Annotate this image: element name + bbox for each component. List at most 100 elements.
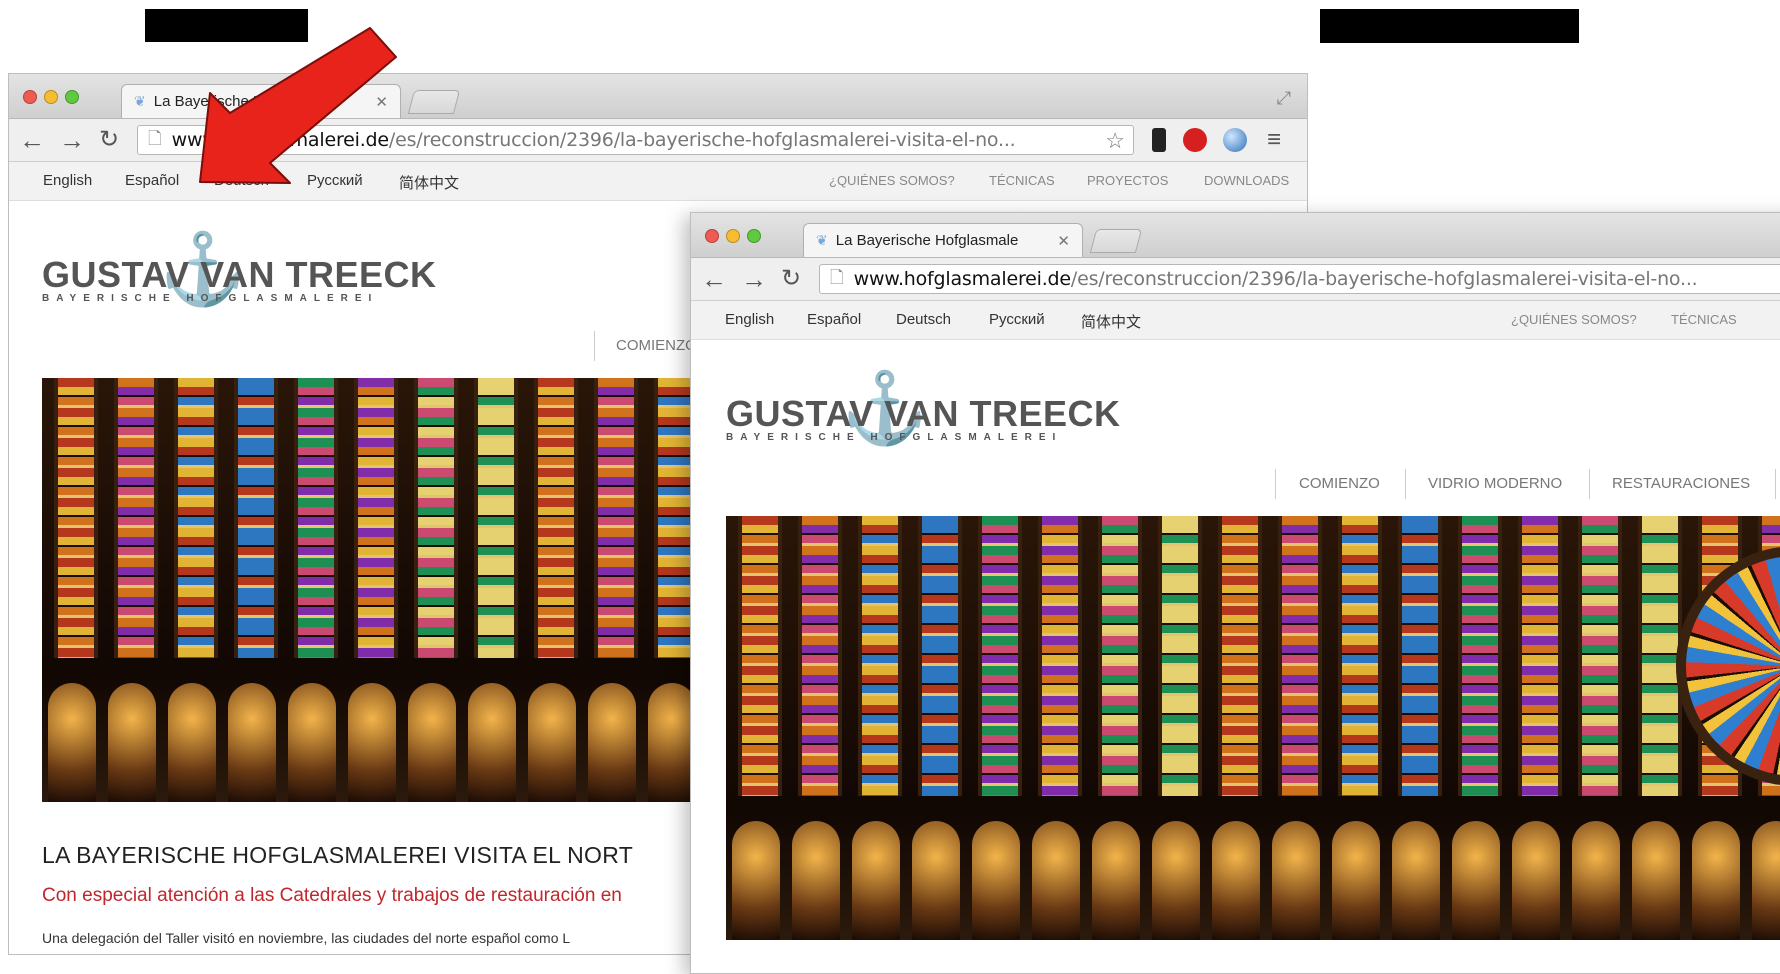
arch [408, 683, 456, 802]
nav-quienes-somos[interactable]: ¿QUIÉNES SOMOS? [1511, 312, 1637, 327]
stained-glass-window [978, 516, 1022, 796]
stained-glass-window [1338, 516, 1382, 796]
tab-strip: ❦ La Bayerische Hofglasmale ✕ ⤢ [9, 74, 1307, 119]
lang-russian[interactable]: Русский [989, 311, 1045, 328]
arch [1512, 821, 1560, 940]
arch [528, 683, 576, 802]
browser-tab[interactable]: ❦ La Bayerische Hofglasmale ✕ [121, 84, 401, 118]
zoom-window-button[interactable] [747, 229, 761, 243]
menu-separator [1589, 469, 1590, 499]
stained-glass-window [858, 516, 902, 796]
reload-icon[interactable]: ↻ [99, 125, 119, 155]
lang-espanol[interactable]: Español [807, 311, 861, 328]
logo-name: GUSTAV VAN TREECK [726, 393, 1121, 434]
extension-adblock-icon[interactable] [1183, 128, 1207, 152]
arch [912, 821, 960, 940]
arch [1332, 821, 1380, 940]
arch [228, 683, 276, 802]
arch [1632, 821, 1680, 940]
nav-quienes-somos[interactable]: ¿QUIÉNES SOMOS? [829, 173, 955, 188]
arch [1152, 821, 1200, 940]
menu-restauraciones[interactable]: RESTAURACIONES [1612, 475, 1750, 492]
favicon-icon: ❦ [816, 232, 828, 248]
menu-vidrio-moderno[interactable]: VIDRIO MODERNO [1428, 475, 1562, 492]
arch [288, 683, 336, 802]
site-logo[interactable]: GUSTAV VAN TREECK BAYERISCHE HOFGLASMALE… [42, 254, 437, 304]
extension-phone-icon[interactable] [1152, 128, 1166, 152]
new-tab-button[interactable] [407, 90, 461, 114]
arrow-right-icon[interactable]: → [59, 125, 85, 155]
menu-comienzo[interactable]: COMIENZO [616, 337, 697, 354]
logo-tagline: BAYERISCHE HOFGLASMALEREI [42, 293, 379, 304]
nav-tecnicas[interactable]: TÉCNICAS [1671, 312, 1737, 327]
arch [1092, 821, 1140, 940]
nav-proyectos[interactable]: PROYECTOS [1087, 173, 1168, 188]
fullscreen-icon[interactable]: ⤢ [1277, 88, 1291, 109]
browser-toolbar: ← → ↻ 🗋 www.hofglasmalerei.de/es/reconst… [691, 258, 1780, 301]
stained-glass-window [1458, 516, 1502, 796]
extension-globe-icon[interactable] [1223, 128, 1247, 152]
page-icon: 🗋 [830, 267, 844, 287]
stained-glass-window [798, 516, 842, 796]
new-tab-button[interactable] [1089, 229, 1143, 253]
arch [168, 683, 216, 802]
arch [852, 821, 900, 940]
arch [1272, 821, 1320, 940]
site-logo[interactable]: GUSTAV VAN TREECK BAYERISCHE HOFGLASMALE… [726, 393, 1121, 443]
lang-espanol[interactable]: Español [125, 172, 179, 189]
minimize-window-button[interactable] [44, 90, 58, 104]
stained-glass-window [174, 378, 218, 658]
arch [1032, 821, 1080, 940]
stained-glass-window [1218, 516, 1262, 796]
redaction-box-left [145, 9, 308, 42]
stained-glass-window [738, 516, 782, 796]
arrow-right-icon[interactable]: → [741, 264, 767, 294]
nav-downloads[interactable]: DOWNLOADS [1204, 173, 1289, 188]
menu-separator [1775, 469, 1776, 499]
reload-icon[interactable]: ↻ [781, 264, 801, 294]
arch [348, 683, 396, 802]
lang-deutsch[interactable]: Deutsch [214, 172, 269, 189]
lang-russian[interactable]: Русский [307, 172, 363, 189]
lang-chinese[interactable]: 简体中文 [399, 172, 459, 193]
tab-title: La Bayerische Hofglasmale [153, 93, 337, 110]
stained-glass-window [1578, 516, 1622, 796]
close-tab-icon[interactable]: ✕ [1057, 232, 1070, 250]
close-window-button[interactable] [23, 90, 37, 104]
arch [792, 821, 840, 940]
address-bar[interactable]: 🗋 www.hofglasmalerei.de/es/reconstruccio… [819, 264, 1780, 294]
lang-english[interactable]: English [43, 172, 92, 189]
arch [1752, 821, 1780, 940]
lang-deutsch[interactable]: Deutsch [896, 311, 951, 328]
page-icon: 🗋 [148, 128, 162, 148]
stained-glass-window [1398, 516, 1442, 796]
menu-comienzo[interactable]: COMIENZO [1299, 475, 1380, 492]
close-tab-icon[interactable]: ✕ [375, 93, 388, 111]
star-icon[interactable]: ☆ [1105, 128, 1125, 154]
stained-glass-window [1278, 516, 1322, 796]
nav-tecnicas[interactable]: TÉCNICAS [989, 173, 1055, 188]
arch [48, 683, 96, 802]
stained-glass-window [1638, 516, 1682, 796]
menu-separator [594, 331, 595, 361]
arch [1572, 821, 1620, 940]
arrow-left-icon[interactable]: ← [19, 125, 45, 155]
lang-chinese[interactable]: 简体中文 [1081, 311, 1141, 332]
lang-english[interactable]: English [725, 311, 774, 328]
stained-glass-window [474, 378, 518, 658]
article-subheading: Con especial atención a las Catedrales y… [42, 885, 622, 906]
stained-glass-window [234, 378, 278, 658]
zoom-window-button[interactable] [65, 90, 79, 104]
article-body: Una delegación del Taller visitó en novi… [42, 930, 571, 946]
address-bar[interactable]: 🗋 www.hofglasmalerei.de/es/reconstruccio… [137, 125, 1134, 155]
stained-glass-window [594, 378, 638, 658]
browser-tab[interactable]: ❦ La Bayerische Hofglasmale ✕ [803, 223, 1083, 257]
arrow-left-icon[interactable]: ← [701, 264, 727, 294]
redaction-box-right [1320, 9, 1579, 43]
minimize-window-button[interactable] [726, 229, 740, 243]
arch [1452, 821, 1500, 940]
stained-glass-window [1518, 516, 1562, 796]
hamburger-icon[interactable]: ≡ [1267, 125, 1281, 155]
menu-separator [1275, 469, 1276, 499]
close-window-button[interactable] [705, 229, 719, 243]
